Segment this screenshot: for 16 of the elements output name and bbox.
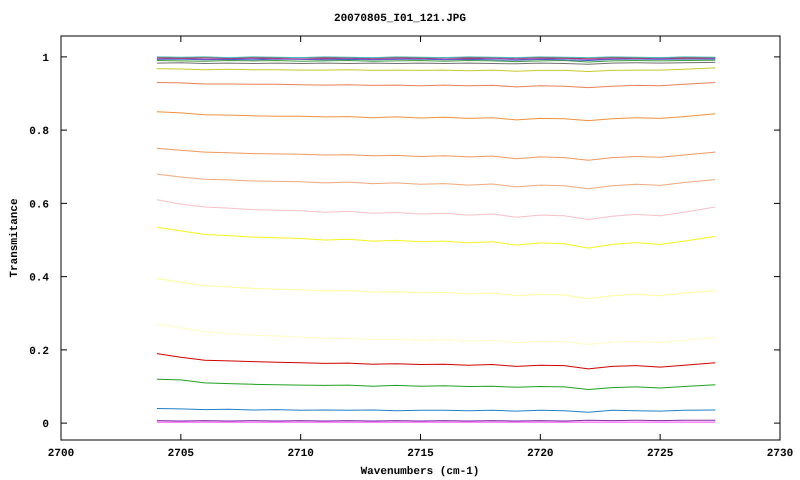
y-tick-label: 0.6 (29, 199, 49, 212)
x-tick-label: 2705 (168, 448, 194, 460)
y-tick-label: 0.2 (29, 346, 49, 358)
x-tick-label: 2720 (527, 448, 554, 460)
y-tick-label: 0.8 (29, 126, 49, 138)
x-tick-label: 2715 (407, 448, 434, 460)
chart-title: 20070805_I01_121.JPG (334, 13, 466, 25)
y-axis-label: Transmitance (9, 198, 21, 278)
x-tick-label: 2730 (766, 448, 794, 460)
x-tick-label: 2725 (646, 448, 674, 460)
x-tick-label: 2700 (48, 448, 74, 460)
y-tick-label: 0 (42, 419, 49, 432)
y-tick-label: 0.4 (29, 272, 49, 285)
x-tick-label: 2710 (287, 448, 314, 460)
y-tick-label: 1 (42, 52, 49, 65)
x-axis-label: Wavenumbers (cm-1) (360, 466, 480, 478)
